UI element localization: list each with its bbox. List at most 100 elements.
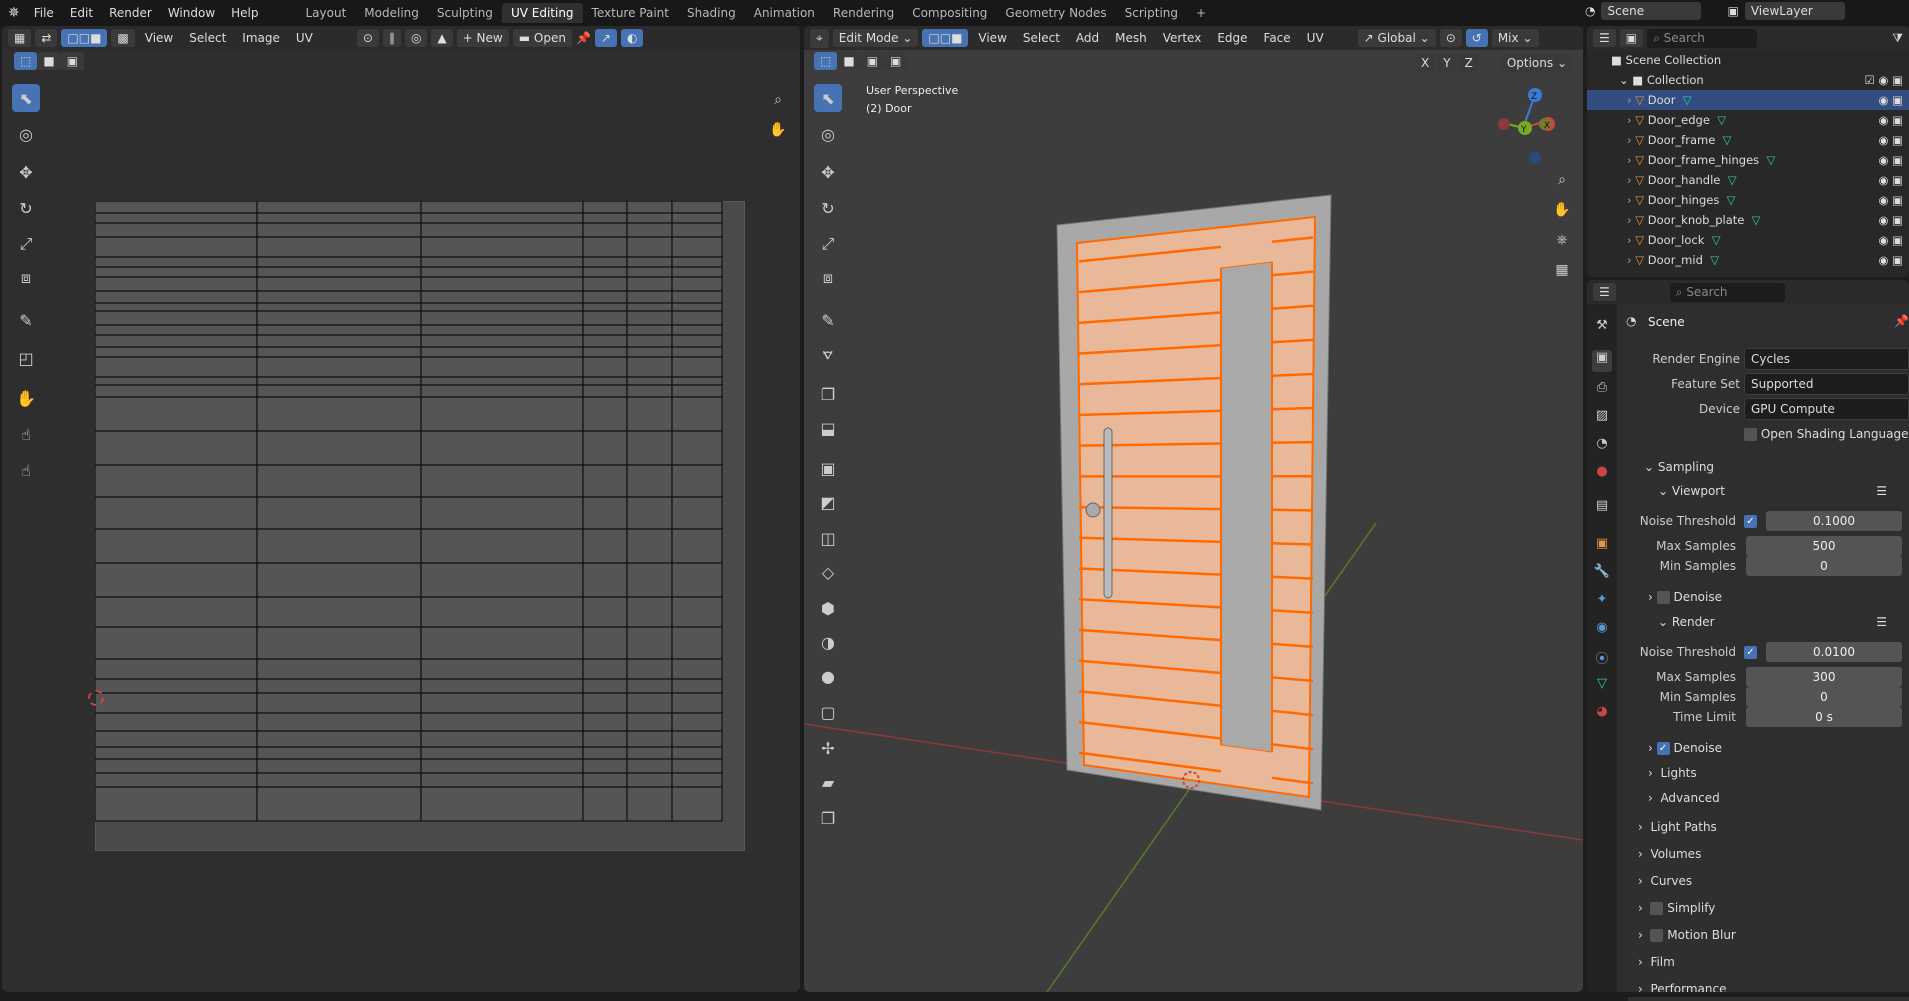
uv-island[interactable] — [95, 627, 257, 659]
uv-island[interactable] — [672, 277, 722, 291]
uv-island[interactable] — [583, 563, 627, 597]
tab-animation[interactable]: Animation — [745, 3, 824, 23]
transform-tool-icon[interactable]: ⧈ — [12, 264, 40, 292]
uv-island[interactable] — [257, 377, 421, 385]
uv-island[interactable] — [627, 597, 672, 627]
uv-island[interactable] — [627, 347, 672, 357]
uv-island[interactable] — [95, 303, 257, 311]
uv-island[interactable] — [583, 431, 627, 465]
snap-icon[interactable]: ∥ — [383, 29, 401, 47]
rip-tool-icon[interactable]: ◰ — [12, 344, 40, 372]
uv-island[interactable] — [421, 627, 583, 659]
visibility-icons[interactable]: ◉ ▣ — [1878, 233, 1903, 247]
uv-island[interactable] — [583, 385, 627, 397]
shrink-tool-icon[interactable]: ✢ — [814, 734, 842, 762]
gizmo-toggle-icon[interactable]: ↗ — [595, 29, 617, 47]
uv-island[interactable] — [257, 397, 421, 431]
outliner-item[interactable]: › ▽ Door_handle ▽◉ ▣ — [1587, 170, 1909, 190]
uv-island[interactable] — [95, 357, 257, 377]
uv-island[interactable] — [95, 335, 257, 347]
uv-island[interactable] — [672, 431, 722, 465]
tab-geometry-nodes[interactable]: Geometry Nodes — [996, 3, 1115, 23]
uv-island[interactable] — [583, 529, 627, 563]
uv-island[interactable] — [583, 213, 627, 223]
annotate-tool-icon[interactable]: ✎ — [12, 306, 40, 334]
uv-island[interactable] — [95, 385, 257, 397]
uv-island[interactable] — [583, 497, 627, 529]
move-tool-icon[interactable]: ✥ — [814, 158, 842, 186]
uv-island[interactable] — [421, 213, 583, 223]
uv-island[interactable] — [627, 335, 672, 347]
collection-row[interactable]: ⌄ ■ Collection☑ ◉ ▣ — [1587, 70, 1909, 90]
physics-tab-icon[interactable]: ◉ — [1592, 620, 1612, 642]
uv-island[interactable] — [672, 773, 722, 787]
uv-island[interactable] — [95, 497, 257, 529]
uv-island[interactable] — [421, 713, 583, 731]
tab-compositing[interactable]: Compositing — [903, 3, 996, 23]
uv-island[interactable] — [95, 223, 257, 237]
uv-island[interactable] — [421, 311, 583, 325]
uv-island[interactable] — [421, 335, 583, 347]
pivot-icon[interactable]: ⊙ — [357, 29, 379, 47]
render-subpanel-header[interactable]: ⌄ Render☰ — [1628, 610, 1909, 634]
filter-icon[interactable]: ⧩ — [1892, 31, 1903, 46]
scale-tool-icon[interactable]: ⤢ — [12, 230, 40, 258]
spin-tool-icon[interactable]: ◑ — [814, 628, 842, 656]
uv-island[interactable] — [95, 787, 257, 821]
rip-region-tool-icon[interactable]: ❐ — [814, 804, 842, 832]
uv-island[interactable] — [421, 303, 583, 311]
uv-island[interactable] — [257, 731, 421, 747]
uv-island[interactable] — [421, 237, 583, 257]
uv-island[interactable] — [583, 787, 627, 821]
uv-island[interactable] — [672, 679, 722, 693]
uv-island[interactable] — [627, 465, 672, 497]
uv-island[interactable] — [95, 201, 257, 213]
visibility-icons[interactable]: ◉ ▣ — [1878, 113, 1903, 127]
uv-island[interactable] — [627, 787, 672, 821]
vp-max-field[interactable]: 500 — [1746, 536, 1902, 556]
grab-tool-icon[interactable]: ✋ — [12, 384, 40, 412]
uv-island[interactable] — [672, 385, 722, 397]
new-image-button[interactable]: + New — [457, 29, 509, 47]
uv-island[interactable] — [421, 385, 583, 397]
uv-island[interactable] — [257, 201, 421, 213]
uv-island[interactable] — [672, 257, 722, 267]
uv-island[interactable] — [583, 731, 627, 747]
uv-island[interactable] — [421, 773, 583, 787]
pin-icon[interactable]: 📌 — [1894, 314, 1909, 328]
view-layer-tab-icon[interactable]: ▨ — [1592, 408, 1612, 430]
uv-island[interactable] — [583, 237, 627, 257]
visibility-icons[interactable]: ◉ ▣ — [1878, 133, 1903, 147]
bevel-tool-icon[interactable]: ◩ — [814, 488, 842, 516]
panel-header[interactable]: › Performance — [1628, 977, 1909, 1001]
material-tab-icon[interactable]: ◕ — [1592, 704, 1612, 726]
uv-island[interactable] — [95, 277, 257, 291]
select-tool-icon[interactable]: ⬉ — [814, 84, 842, 112]
uv-island[interactable] — [95, 237, 257, 257]
uv-island[interactable] — [95, 597, 257, 627]
osl-checkbox[interactable]: Open Shading Language — [1744, 427, 1908, 441]
uv-island[interactable] — [421, 465, 583, 497]
uv-island[interactable] — [257, 563, 421, 597]
outliner-item[interactable]: › ▽ Door ▽◉ ▣ — [1587, 90, 1909, 110]
uv-island[interactable] — [95, 679, 257, 693]
uv-island[interactable] — [421, 731, 583, 747]
uv-island[interactable] — [583, 335, 627, 347]
visibility-icons[interactable]: ☑ ◉ ▣ — [1864, 73, 1903, 87]
pan-hand-icon[interactable]: ✋ — [764, 116, 792, 144]
uv-island[interactable] — [421, 357, 583, 377]
tab-rendering[interactable]: Rendering — [824, 3, 903, 23]
uv-island[interactable] — [257, 237, 421, 257]
panel-header[interactable]: › Simplify — [1628, 896, 1909, 920]
uv-island[interactable] — [257, 787, 421, 821]
feature-set-dropdown[interactable]: Supported — [1744, 373, 1909, 395]
uv-island[interactable] — [257, 465, 421, 497]
panel-checkbox[interactable] — [1650, 929, 1663, 942]
uv-island[interactable] — [583, 325, 627, 335]
tool-tab-icon[interactable]: ⚒ — [1592, 318, 1612, 340]
cursor-tool-icon[interactable]: ◎ — [814, 120, 842, 148]
uv-island[interactable] — [583, 223, 627, 237]
shear-tool-icon[interactable]: ▰ — [814, 768, 842, 796]
uv-island[interactable] — [95, 563, 257, 597]
uv-island[interactable] — [257, 693, 421, 713]
